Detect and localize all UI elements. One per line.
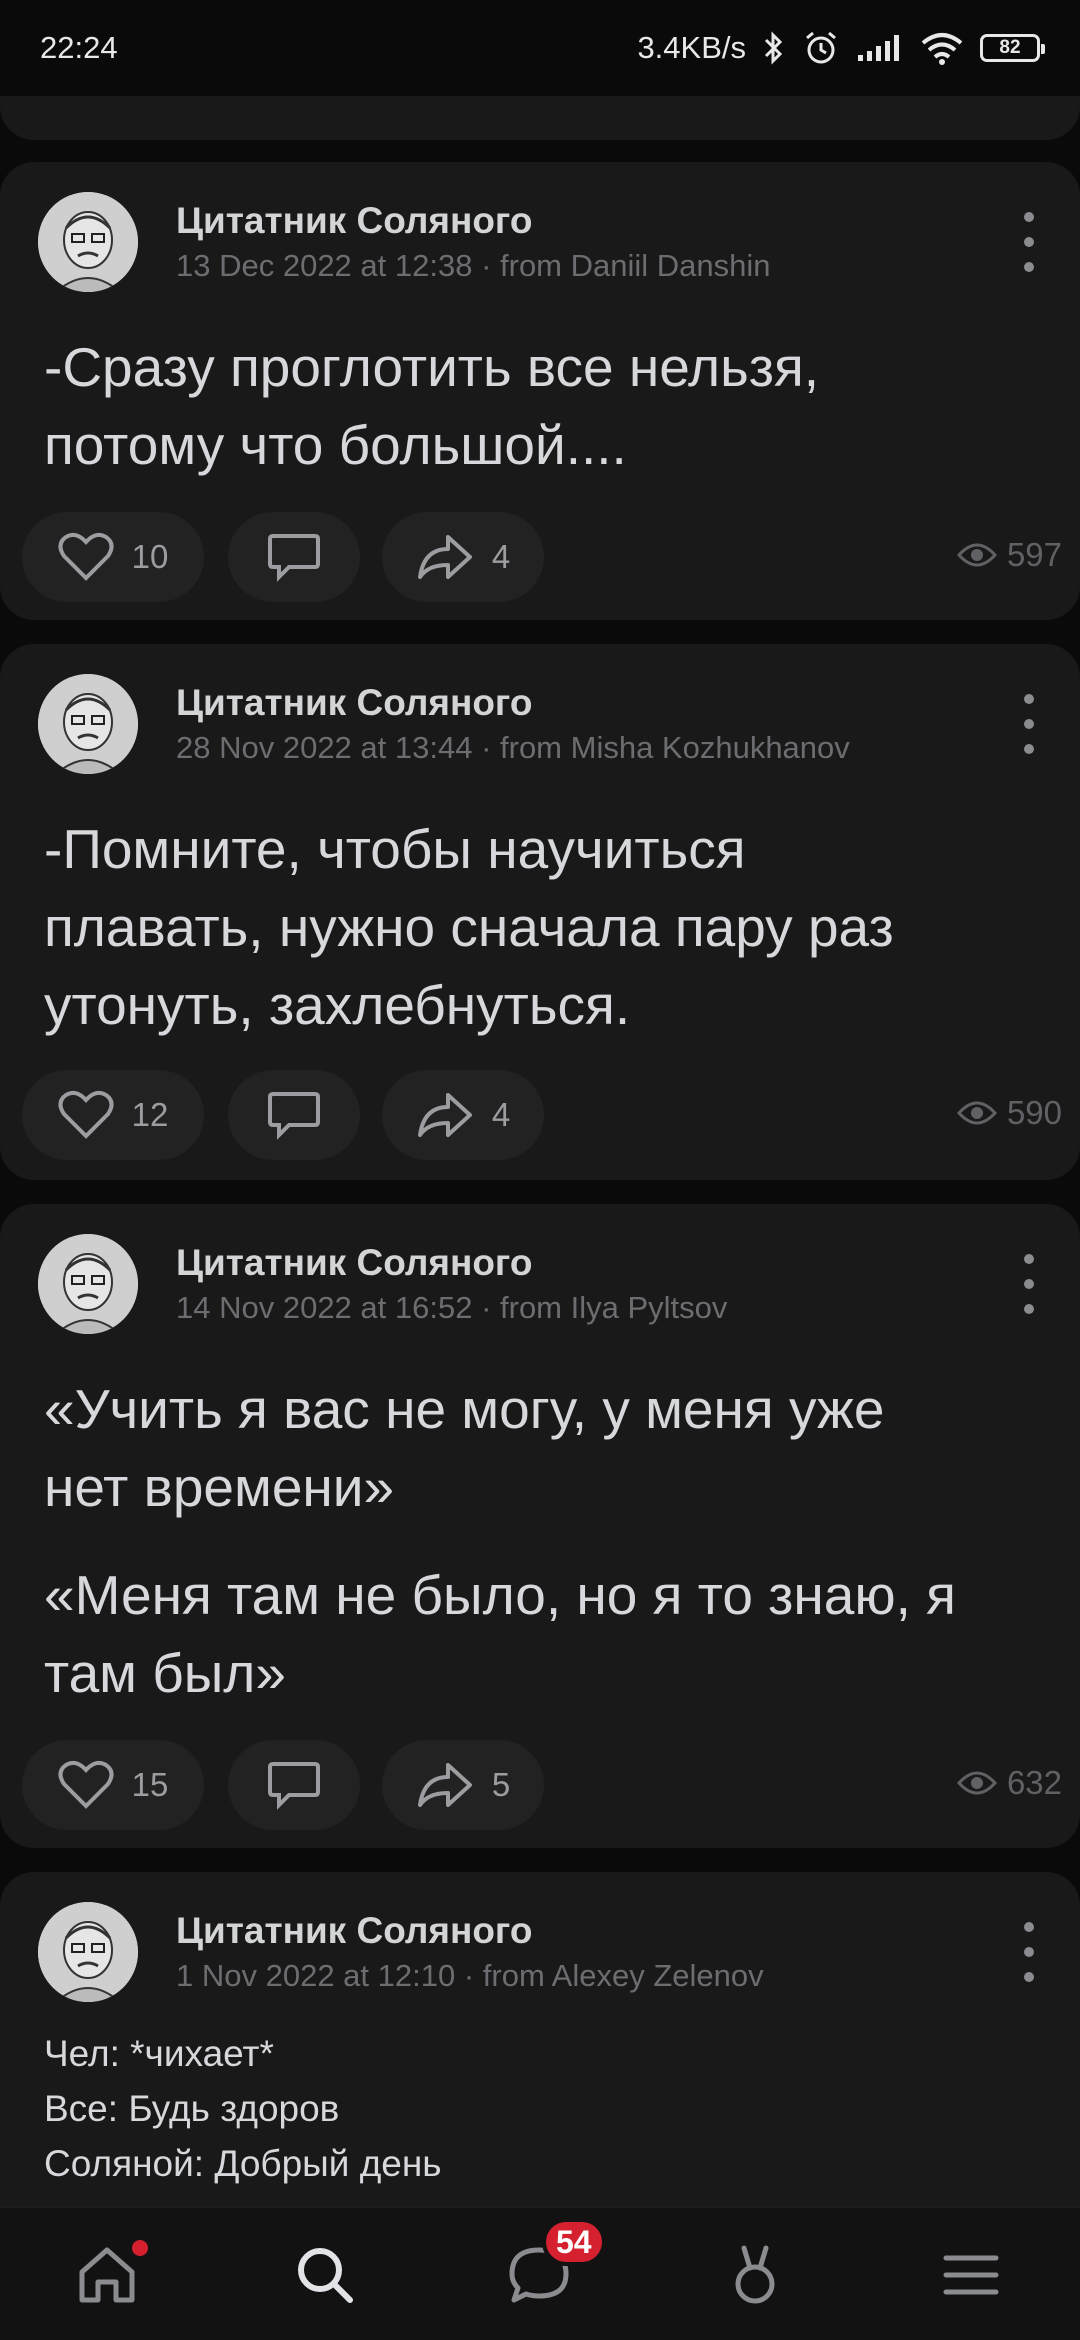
wifi-icon <box>920 31 964 65</box>
comment-button[interactable] <box>228 1070 360 1160</box>
more-options-icon[interactable] <box>1014 694 1044 754</box>
eye-icon <box>956 1101 997 1125</box>
post-header: Цитатник Соляного 14 Nov 2022 at 16:52 ·… <box>38 1234 1048 1334</box>
post-text: Чел: *чихает* Все: Будь здоров Соляной: … <box>44 2026 1044 2191</box>
post-text-line: там был» <box>44 1642 286 1704</box>
post-text-line: потому что большой.... <box>44 414 627 476</box>
post-text: -Сразу проглотить все нельзя, потому что… <box>44 328 1044 484</box>
share-button[interactable]: 4 <box>382 512 544 602</box>
messages-badge: 54 <box>542 2218 606 2266</box>
post-meta: 13 Dec 2022 at 12:38 · from Daniil Dansh… <box>176 248 771 283</box>
more-options-icon[interactable] <box>1014 1254 1044 1314</box>
home-icon <box>79 2247 135 2303</box>
signal-icon <box>856 33 904 63</box>
avatar[interactable] <box>38 192 138 292</box>
post-header: Цитатник Соляного 28 Nov 2022 at 13:44 ·… <box>38 674 1048 774</box>
alarm-icon <box>802 29 840 67</box>
post-text-line: утонуть, захлебнуться. <box>44 974 631 1036</box>
tab-home[interactable] <box>62 2230 152 2320</box>
share-button[interactable]: 4 <box>382 1070 544 1160</box>
likes-count: 12 <box>131 1096 169 1133</box>
heart-icon <box>58 1760 114 1809</box>
share-icon <box>417 535 472 579</box>
heart-icon <box>58 532 114 581</box>
likes-count: 10 <box>131 538 169 575</box>
eye-icon <box>956 1771 997 1795</box>
comment-icon <box>268 1092 320 1140</box>
like-button[interactable]: 15 <box>22 1740 204 1830</box>
post-text-line: нет времени» <box>44 1456 395 1518</box>
tab-search[interactable] <box>280 2230 370 2320</box>
post-text-line: плавать, нужно сначала пару раз <box>44 896 894 958</box>
post-text-line: Соляной: Добрый день <box>44 2143 442 2184</box>
search-icon <box>298 2248 353 2303</box>
more-options-icon[interactable] <box>1014 1922 1044 1982</box>
heart-icon <box>58 1090 114 1139</box>
comment-button[interactable] <box>228 512 360 602</box>
tab-clips[interactable] <box>710 2230 800 2320</box>
post-meta: 28 Nov 2022 at 13:44 · from Misha Kozhuk… <box>176 730 850 765</box>
views-counter: 597 <box>956 536 1062 574</box>
post-text: -Помните, чтобы научиться плавать, нужно… <box>44 810 1044 1044</box>
battery-indicator: 82 <box>980 34 1045 62</box>
network-speed: 3.4KB/s <box>637 30 746 65</box>
post-author[interactable]: Цитатник Соляного <box>176 1242 532 1284</box>
avatar[interactable] <box>38 1234 138 1334</box>
post-meta: 14 Nov 2022 at 16:52 · from Ilya Pyltsov <box>176 1290 728 1325</box>
shares-count: 4 <box>491 1096 511 1133</box>
home-notification-dot <box>132 2240 148 2256</box>
comment-icon <box>268 1762 320 1810</box>
views-count: 632 <box>1006 1764 1062 1801</box>
more-options-icon[interactable] <box>1014 212 1044 272</box>
post-card: Цитатник Соляного 28 Nov 2022 at 13:44 ·… <box>0 644 1080 1180</box>
post-text-line: -Помните, чтобы научиться <box>44 818 746 880</box>
post-text: «Учить я вас не могу, у меня уже нет вре… <box>44 1370 1044 1712</box>
post-author[interactable]: Цитатник Соляного <box>176 1910 532 1952</box>
post-text-line: Чел: *чихает* <box>44 2033 274 2074</box>
tab-menu[interactable] <box>926 2230 1016 2320</box>
like-button[interactable]: 10 <box>22 512 204 602</box>
views-counter: 590 <box>956 1094 1062 1132</box>
share-icon <box>417 1763 472 1807</box>
post-header: Цитатник Соляного 13 Dec 2022 at 12:38 ·… <box>38 192 1048 292</box>
share-icon <box>417 1093 472 1137</box>
bottom-tab-bar: 54 <box>0 2206 1080 2340</box>
post-actions: 15 5 632 <box>22 1740 1062 1830</box>
status-bar: 22:24 3.4KB/s 82 <box>0 0 1080 96</box>
tab-messages[interactable]: 54 <box>494 2218 606 2320</box>
post-card: Цитатник Соляного 13 Dec 2022 at 12:38 ·… <box>0 162 1080 620</box>
share-button[interactable]: 5 <box>382 1740 544 1830</box>
comment-button[interactable] <box>228 1740 360 1830</box>
like-button[interactable]: 12 <box>22 1070 204 1160</box>
post-author[interactable]: Цитатник Соляного <box>176 200 532 242</box>
views-counter: 632 <box>956 1764 1062 1802</box>
post-text-line: Все: Будь здоров <box>44 2088 340 2129</box>
bluetooth-icon <box>762 30 786 66</box>
shares-count: 4 <box>491 538 511 575</box>
post-header: Цитатник Соляного 1 Nov 2022 at 12:10 · … <box>38 1902 1048 2002</box>
post-author[interactable]: Цитатник Соляного <box>176 682 532 724</box>
status-time: 22:24 <box>40 30 118 65</box>
shares-count: 5 <box>491 1766 511 1803</box>
comment-icon <box>268 534 320 582</box>
avatar[interactable] <box>38 1902 138 2002</box>
views-count: 590 <box>1006 1094 1062 1131</box>
post-actions: 10 4 597 <box>22 512 1062 602</box>
avatar[interactable] <box>38 674 138 774</box>
views-count: 597 <box>1006 536 1062 573</box>
eye-icon <box>956 543 997 567</box>
post-text-line: «Меня там не было, но я то знаю, я <box>44 1564 956 1626</box>
menu-icon <box>943 2255 999 2295</box>
post-meta: 1 Nov 2022 at 12:10 · from Alexey Zeleno… <box>176 1958 764 1993</box>
post-text-line: -Сразу проглотить все нельзя, <box>44 336 820 398</box>
post-text-line: «Учить я вас не могу, у меня уже <box>44 1378 885 1440</box>
post-actions: 12 4 590 <box>22 1070 1062 1160</box>
likes-count: 15 <box>131 1766 169 1803</box>
post-card: Цитатник Соляного 14 Nov 2022 at 16:52 ·… <box>0 1204 1080 1848</box>
clips-icon <box>735 2245 775 2304</box>
